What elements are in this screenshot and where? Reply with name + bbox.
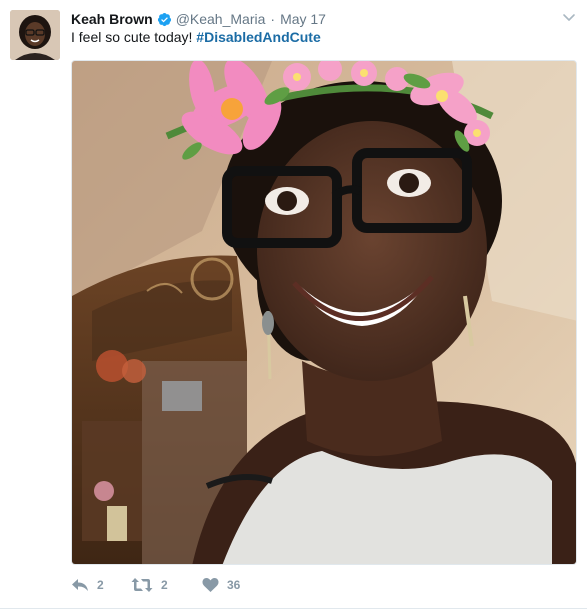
like-count: 36 — [227, 578, 241, 592]
tweet-photo[interactable] — [71, 60, 577, 565]
chevron-down-icon[interactable] — [561, 9, 577, 25]
separator-dot: · — [270, 11, 276, 27]
verified-badge-icon — [157, 12, 172, 27]
tweet-actions: 2 2 36 — [71, 574, 262, 596]
reply-button[interactable]: 2 — [71, 577, 131, 593]
tweet-text-body: I feel so cute today! — [71, 29, 197, 45]
author-handle[interactable]: @Keah_Maria — [176, 11, 266, 27]
like-button[interactable]: 36 — [202, 577, 262, 593]
tweet-card[interactable]: Keah Brown @Keah_Maria · May 17 I feel s… — [0, 0, 587, 609]
retweet-button[interactable]: 2 — [131, 577, 202, 593]
tweet-text: I feel so cute today! #DisabledAndCute — [71, 29, 321, 45]
reply-icon — [71, 577, 89, 593]
author-name[interactable]: Keah Brown — [71, 11, 153, 27]
author-avatar[interactable] — [10, 10, 60, 60]
heart-icon — [202, 577, 219, 593]
retweet-count: 2 — [161, 578, 168, 592]
tweet-timestamp[interactable]: May 17 — [280, 11, 326, 27]
reply-count: 2 — [97, 578, 104, 592]
retweet-icon — [131, 577, 153, 593]
tweet-header: Keah Brown @Keah_Maria · May 17 — [71, 9, 326, 29]
hashtag-link[interactable]: #DisabledAndCute — [196, 29, 320, 45]
